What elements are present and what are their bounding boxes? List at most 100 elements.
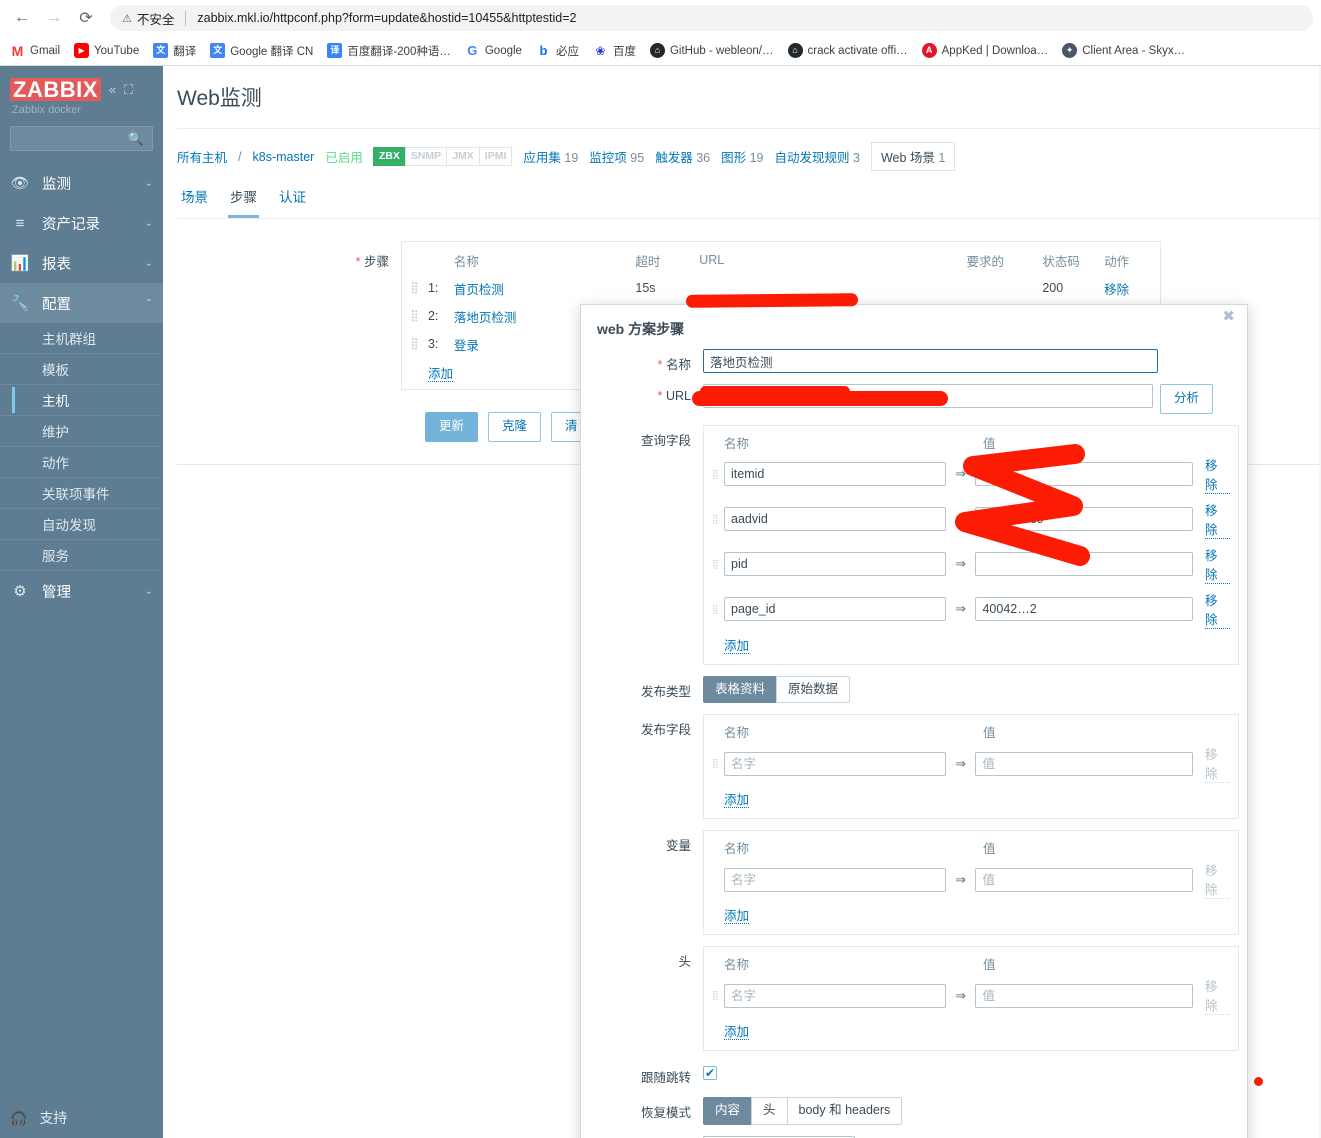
remove-header-link[interactable]: 移除 xyxy=(1205,976,1231,1015)
breadcrumb-discovery-rules[interactable]: 自动发现规则 3 xyxy=(775,147,860,166)
bookmark-youtube[interactable]: ▶ YouTube xyxy=(74,43,139,58)
sidebar-item-reports[interactable]: 📊 报表 ⌄ xyxy=(0,243,163,283)
parse-url-button[interactable]: 分析 xyxy=(1160,384,1214,414)
step-remove-link[interactable]: 移除 xyxy=(1104,279,1160,298)
query-field-name-input[interactable] xyxy=(724,552,946,576)
remove-query-field-link[interactable]: 移除 xyxy=(1205,590,1231,629)
header-value-input[interactable] xyxy=(975,983,1194,1008)
remove-query-field-link[interactable]: 移除 xyxy=(1205,455,1231,494)
sidebar-item-configuration[interactable]: 🔧 配置 ⌃ xyxy=(0,283,163,324)
drag-handle-icon[interactable]: ⣿ xyxy=(712,604,724,613)
drag-handle-icon[interactable]: ⣿ xyxy=(712,469,724,478)
bookmark-gmail[interactable]: M Gmail xyxy=(10,43,60,58)
back-button[interactable]: ← xyxy=(8,4,36,32)
expand-sidebar-icon[interactable]: ⛶ xyxy=(124,82,133,98)
tab-scenario[interactable]: 场景 xyxy=(179,182,210,218)
step-name-input[interactable] xyxy=(703,349,1158,373)
bookmark-google-translate-cn[interactable]: 文 Google 翻译 CN xyxy=(210,43,313,59)
drag-handle-icon[interactable]: ⣿ xyxy=(712,514,724,523)
bookmark-appked[interactable]: A AppKed | Downloa… xyxy=(921,43,1048,58)
query-field-value-input[interactable] xyxy=(975,507,1194,531)
drag-handle-icon[interactable]: ⣿ xyxy=(402,282,428,293)
header-name-input[interactable] xyxy=(724,983,946,1008)
collapse-sidebar-icon[interactable]: « xyxy=(109,82,116,97)
bookmark-baidu[interactable]: ❀ 百度 xyxy=(593,43,636,59)
post-type-form-data[interactable]: 表格资料 xyxy=(703,675,778,703)
remove-variable-link[interactable]: 移除 xyxy=(1205,860,1231,899)
retrieve-mode-control: 内容 头 body 和 headers xyxy=(703,1097,1231,1125)
sidebar-search[interactable]: 🔍 xyxy=(0,126,153,152)
bookmark-google[interactable]: G Google xyxy=(465,43,522,58)
remove-post-field-link[interactable]: 移除 xyxy=(1205,744,1231,783)
step-url-input[interactable] xyxy=(703,384,1153,408)
follow-redirects-checkbox[interactable]: ✔ xyxy=(703,1066,717,1080)
bookmark-bing[interactable]: b 必应 xyxy=(536,43,578,59)
breadcrumb-all-hosts[interactable]: 所有主机 xyxy=(177,147,227,166)
query-field-name-input[interactable] xyxy=(724,597,946,621)
sidebar-item-templates[interactable]: 模板 xyxy=(0,354,163,386)
bookmark-crack-activate[interactable]: ⌂ crack activate offi… xyxy=(787,43,908,58)
query-field-value-input[interactable] xyxy=(975,552,1194,576)
tab-steps[interactable]: 步骤 xyxy=(228,182,259,218)
breadcrumb-items[interactable]: 监控项 95 xyxy=(589,147,644,166)
clone-button[interactable]: 克隆 xyxy=(488,412,542,442)
sidebar-item-host-groups[interactable]: 主机群组 xyxy=(0,323,163,355)
add-header-link[interactable]: 添加 xyxy=(724,1025,750,1040)
bookmark-github-webleon[interactable]: ⌂ GitHub - webleon/… xyxy=(649,43,774,58)
drag-handle-icon[interactable]: ⣿ xyxy=(712,559,724,568)
breadcrumb-triggers[interactable]: 触发器 36 xyxy=(655,147,710,166)
sidebar-item-administration[interactable]: ⚙ 管理 ⌄ xyxy=(0,571,163,611)
tab-authentication[interactable]: 认证 xyxy=(277,182,308,218)
sidebar-item-monitoring[interactable]: 👁 监测 ⌄ xyxy=(0,163,163,203)
sidebar-item-discovery[interactable]: 自动发现 xyxy=(0,509,163,541)
post-field-value-input[interactable] xyxy=(975,751,1194,776)
breadcrumb-web-scenarios[interactable]: Web 场景 1 xyxy=(870,142,956,171)
drag-handle-icon[interactable]: ⣿ xyxy=(402,338,428,349)
drag-handle-icon[interactable]: ⣿ xyxy=(712,991,724,1000)
variable-name-input[interactable] xyxy=(724,867,946,892)
forward-button[interactable]: → xyxy=(40,4,68,32)
retrieve-mode-headers[interactable]: 头 xyxy=(751,1097,788,1125)
sidebar-item-inventory[interactable]: ≡ 资产记录 ⌄ xyxy=(0,203,163,243)
search-icon[interactable]: 🔍 xyxy=(128,131,144,147)
query-field-name-input[interactable] xyxy=(724,462,946,486)
bookmark-client-area[interactable]: ✦ Client Area - Skyx… xyxy=(1062,43,1185,58)
breadcrumb-count-label: 图形 xyxy=(721,151,747,165)
zabbix-logo[interactable]: ZABBIX xyxy=(10,78,101,101)
retrieve-mode-body[interactable]: 内容 xyxy=(703,1097,753,1125)
sidebar-item-hosts[interactable]: 主机 xyxy=(0,385,163,417)
breadcrumb-graphs[interactable]: 图形 19 xyxy=(721,147,763,166)
sidebar-item-actions[interactable]: 动作 xyxy=(0,447,163,479)
post-type-raw-data[interactable]: 原始数据 xyxy=(776,675,851,703)
add-variable-link[interactable]: 添加 xyxy=(724,909,750,924)
step-name-link[interactable]: 首页检测 xyxy=(454,279,636,298)
host-status-enabled[interactable]: 已启用 xyxy=(325,147,363,166)
bookmark-translate[interactable]: 文 翻译 xyxy=(153,43,196,59)
add-query-field-link[interactable]: 添加 xyxy=(724,638,750,654)
variable-value-input[interactable] xyxy=(975,867,1194,892)
query-field-value-input[interactable] xyxy=(975,597,1194,621)
sidebar-item-services[interactable]: 服务 xyxy=(0,540,163,572)
address-bar[interactable]: ⚠ 不安全 zabbix.mkl.io/httpconf.php?form=up… xyxy=(110,5,1313,31)
close-icon[interactable]: ✖ xyxy=(1222,309,1235,324)
reload-button[interactable]: ⟳ xyxy=(72,4,100,32)
post-field-name-input[interactable] xyxy=(724,751,946,776)
query-field-value-input[interactable] xyxy=(975,462,1194,486)
query-field-name-input[interactable] xyxy=(724,507,946,531)
sidebar-item-maintenance[interactable]: 维护 xyxy=(0,416,163,448)
add-step-link[interactable]: 添加 xyxy=(428,367,454,382)
remove-query-field-link[interactable]: 移除 xyxy=(1205,500,1231,539)
retrieve-mode-body-and-headers[interactable]: body 和 headers xyxy=(786,1097,903,1125)
sidebar-item-support[interactable]: 🎧 支持 xyxy=(0,1098,163,1138)
update-button[interactable]: 更新 xyxy=(425,412,479,442)
table-row[interactable]: ⣿ 1: 首页检测 15s 200 移除 xyxy=(402,274,1160,302)
remove-query-field-link[interactable]: 移除 xyxy=(1205,545,1231,584)
drag-handle-icon[interactable]: ⣿ xyxy=(712,759,724,768)
drag-handle-icon[interactable]: ⣿ xyxy=(402,310,428,321)
sidebar-item-event-correlation[interactable]: 关联项事件 xyxy=(0,478,163,510)
search-input[interactable] xyxy=(0,131,128,146)
breadcrumb-host[interactable]: k8s-master xyxy=(253,150,315,164)
add-post-field-link[interactable]: 添加 xyxy=(724,793,750,808)
bookmark-baidu-translate[interactable]: 译 百度翻译-200种语… xyxy=(327,43,451,59)
breadcrumb-applications[interactable]: 应用集 19 xyxy=(523,147,578,166)
